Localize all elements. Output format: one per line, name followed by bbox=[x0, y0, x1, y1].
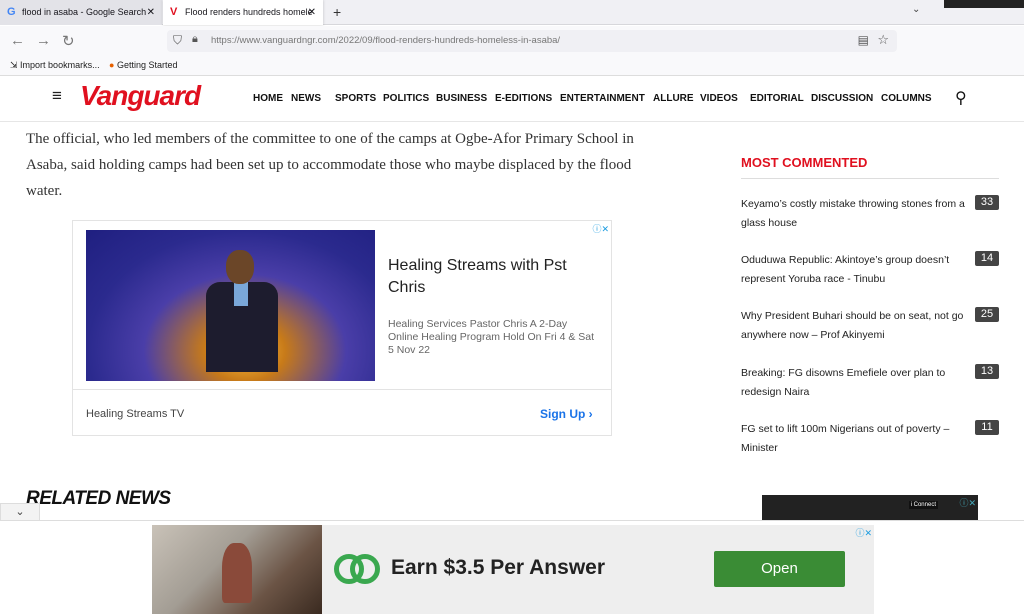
ad-headline[interactable]: Earn $3.5 Per Answer bbox=[391, 556, 605, 580]
list-tabs-icon[interactable]: ⌄ bbox=[912, 4, 920, 15]
comment-count-badge: 11 bbox=[975, 420, 999, 435]
site-logo[interactable]: Vanguard bbox=[80, 80, 201, 112]
chevron-down-icon: ⌄ bbox=[15, 506, 25, 518]
reload-icon[interactable]: ↻ bbox=[62, 32, 75, 50]
reader-view-icon[interactable]: ▤ bbox=[858, 33, 869, 47]
comment-count-badge: 13 bbox=[975, 364, 999, 379]
bookmark-star-icon[interactable]: ☆ bbox=[877, 32, 889, 48]
ad-photo[interactable] bbox=[152, 525, 322, 614]
nav-videos[interactable]: VIDEOS bbox=[700, 93, 738, 104]
tab-vanguard[interactable]: V Flood renders hundreds homele ✕ bbox=[163, 0, 323, 25]
ad-image[interactable] bbox=[86, 230, 375, 381]
collapse-ad-button[interactable]: ⌄ bbox=[0, 503, 40, 520]
address-bar[interactable]: ⛉ 🔒︎ https://www.vanguardngr.com/2022/09… bbox=[167, 30, 897, 52]
most-commented-link[interactable]: Why President Buhari should be on seat, … bbox=[741, 307, 971, 345]
most-commented-link[interactable]: Breaking: FG disowns Emefiele over plan … bbox=[741, 364, 971, 402]
ad-description[interactable]: Healing Services Pastor Chris A 2-Day On… bbox=[388, 318, 598, 357]
nav-discussion[interactable]: DISCUSSION bbox=[811, 93, 873, 104]
hamburger-menu-icon[interactable]: ≡ bbox=[52, 86, 62, 106]
bookmark-label: Getting Started bbox=[116, 60, 178, 70]
firefox-icon: ● bbox=[109, 60, 115, 70]
sponsored-ad[interactable]: ⓘ✕ Healing Streams with Pst Chris Healin… bbox=[72, 220, 612, 436]
comment-count-badge: 25 bbox=[975, 307, 999, 322]
related-news-heading: RELATED NEWS bbox=[26, 488, 171, 509]
adchoices-icon[interactable]: ⓘ✕ bbox=[959, 496, 976, 509]
sign-up-label: Sign Up bbox=[540, 407, 586, 421]
nav-e-editions[interactable]: E-EDITIONS bbox=[495, 93, 552, 104]
back-arrow-icon[interactable]: ← bbox=[10, 32, 25, 49]
nav-sports[interactable]: SPORTS bbox=[335, 93, 376, 104]
shield-icon[interactable]: ⛉ bbox=[173, 33, 182, 48]
bookmark-label: Import bookmarks... bbox=[20, 60, 100, 70]
tab-title: Flood renders hundreds homele bbox=[185, 7, 313, 17]
bookmarks-bar: ⇲ Import bookmarks... ● Getting Started bbox=[0, 57, 1024, 76]
close-tab-icon[interactable]: ✕ bbox=[147, 0, 155, 25]
open-button[interactable]: Open bbox=[714, 551, 845, 587]
tab-title: flood in asaba - Google Search bbox=[22, 7, 147, 17]
ad-brand[interactable]: Healing Streams TV bbox=[86, 408, 184, 420]
nav-columns[interactable]: COLUMNS bbox=[881, 93, 932, 104]
ad-person-figure bbox=[206, 250, 278, 372]
ad-footer: Healing Streams TV Sign Up › bbox=[73, 389, 611, 435]
comment-count-badge: 14 bbox=[975, 251, 999, 266]
search-icon[interactable]: ⚲ bbox=[955, 88, 967, 108]
sign-up-button[interactable]: Sign Up › bbox=[540, 407, 593, 421]
url-text[interactable]: https://www.vanguardngr.com/2022/09/floo… bbox=[211, 30, 560, 52]
bottom-ad[interactable]: Earn $3.5 Per Answer Open ⓘ✕ bbox=[152, 525, 874, 614]
nav-editorial[interactable]: EDITORIAL bbox=[750, 93, 804, 104]
nav-allure[interactable]: ALLURE bbox=[653, 93, 694, 104]
ad-panel[interactable]: Earn $3.5 Per Answer Open ⓘ✕ bbox=[322, 525, 874, 614]
lock-icon[interactable]: 🔒︎ bbox=[192, 33, 198, 46]
adchoices-icon[interactable]: ⓘ✕ bbox=[592, 222, 609, 235]
sidebar-ad[interactable]: i Connect ⓘ✕ bbox=[762, 495, 978, 521]
bookmark-getting-started[interactable]: ● Getting Started bbox=[109, 60, 178, 70]
vanguard-favicon-icon: V bbox=[170, 6, 178, 18]
ad-title[interactable]: Healing Streams with Pst Chris bbox=[388, 255, 598, 299]
tab-google-search[interactable]: G flood in asaba - Google Search ✕ bbox=[0, 0, 162, 25]
ad-logo-icon bbox=[334, 554, 380, 584]
adchoices-icon[interactable]: ⓘ✕ bbox=[855, 526, 872, 539]
tab-bar: G flood in asaba - Google Search ✕ V Flo… bbox=[0, 0, 1024, 25]
comment-count-badge: 33 bbox=[975, 195, 999, 210]
divider bbox=[741, 178, 999, 179]
most-commented-heading: MOST COMMENTED bbox=[741, 155, 868, 170]
close-tab-icon[interactable]: ✕ bbox=[308, 0, 316, 25]
forward-arrow-icon[interactable]: → bbox=[36, 32, 51, 49]
most-commented-link[interactable]: Oduduwa Republic: Akintoye’s group doesn… bbox=[741, 251, 971, 289]
most-commented-link[interactable]: Keyamo’s costly mistake throwing stones … bbox=[741, 195, 971, 233]
most-commented-link[interactable]: FG set to lift 100m Nigerians out of pov… bbox=[741, 420, 971, 458]
nav-politics[interactable]: POLITICS bbox=[383, 93, 429, 104]
nav-news[interactable]: NEWS bbox=[291, 93, 321, 104]
nav-entertainment[interactable]: ENTERTAINMENT bbox=[560, 93, 645, 104]
google-icon: G bbox=[7, 6, 16, 18]
nav-home[interactable]: HOME bbox=[253, 93, 283, 104]
ad-tag: i Connect bbox=[908, 501, 938, 509]
article-paragraph: The official, who led members of the com… bbox=[26, 131, 634, 199]
bookmark-import[interactable]: ⇲ Import bookmarks... bbox=[10, 60, 100, 71]
window-controls[interactable] bbox=[944, 0, 1024, 8]
new-tab-button[interactable]: + bbox=[333, 0, 341, 25]
site-header: ≡ Vanguard HOME NEWS SPORTS POLITICS BUS… bbox=[0, 77, 1024, 122]
nav-business[interactable]: BUSINESS bbox=[436, 93, 487, 104]
